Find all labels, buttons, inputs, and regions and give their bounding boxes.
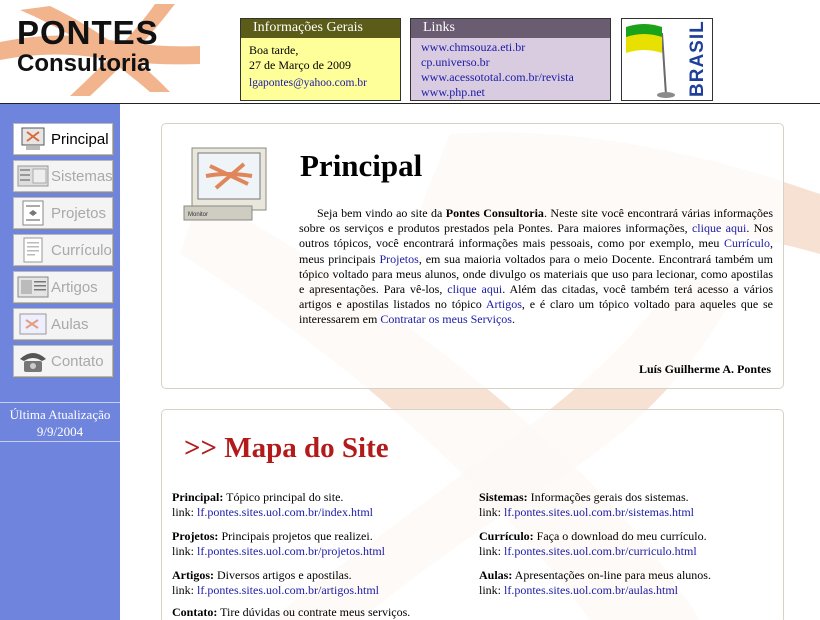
- sitemap-title: >> Mapa do Site: [184, 432, 389, 464]
- welcome-paragraph: Seja bem vindo ao site da Pontes Consult…: [299, 206, 774, 327]
- sitemap-item: Artigos: Diversos artigos e apostilas. l…: [172, 568, 379, 597]
- curriculo-link[interactable]: Currículo: [724, 236, 770, 250]
- monitor-icon: [16, 125, 50, 153]
- nav-sistemas[interactable]: Sistemas: [13, 160, 113, 192]
- info-box: Informações Gerais Boa tarde, 27 de Març…: [240, 18, 401, 101]
- sitemap-item: Currículo: Faça o download do meu curríc…: [479, 529, 707, 558]
- nav-principal[interactable]: Principal: [13, 123, 113, 155]
- last-update-box: Última Atualização 9/9/2004: [0, 402, 120, 442]
- monitor-illustration: Monitor: [182, 146, 272, 231]
- sitemap-item: Contato: Tire dúvidas ou contrate meus s…: [172, 605, 411, 619]
- sitemap-item: Sistemas: Informações gerais dos sistema…: [479, 490, 694, 519]
- nav-label: Aulas: [51, 315, 89, 333]
- monitor-icon: Monitor: [183, 147, 267, 221]
- sitemap-link[interactable]: lf.pontes.sites.uol.com.br/aulas.html: [504, 583, 678, 597]
- sitemap-link[interactable]: lf.pontes.sites.uol.com.br/curriculo.htm…: [504, 544, 697, 558]
- brasil-flag-banner[interactable]: BRASIL: [621, 18, 713, 101]
- external-link[interactable]: www.chmsouza.eti.br: [421, 40, 600, 55]
- greeting-text: Boa tarde,: [249, 43, 299, 57]
- external-link[interactable]: www.php.net: [421, 85, 600, 100]
- servicos-link[interactable]: Contratar os meus Serviços: [380, 312, 512, 326]
- projects-icon: [16, 199, 50, 227]
- info-box-title: Informações Gerais: [241, 19, 400, 38]
- main-panel: Monitor Principal Seja bem vindo ao site…: [161, 123, 784, 389]
- sitemap-item: Projetos: Principais projetos que realiz…: [172, 529, 385, 558]
- aulas-link[interactable]: clique aqui: [447, 282, 502, 296]
- info-link[interactable]: clique aqui: [692, 221, 746, 235]
- sitemap-item: Aulas: Apresentações on-line para meus a…: [479, 568, 711, 597]
- author-signature: Luís Guilherme A. Pontes: [638, 362, 771, 376]
- sitemap-item: Principal: Tópico principal do site. lin…: [172, 490, 373, 519]
- external-link[interactable]: cp.universo.br: [421, 55, 600, 70]
- email-link[interactable]: lgapontes@yahoo.com.br: [249, 76, 392, 91]
- links-box: Links www.chmsouza.eti.br cp.universo.br…: [410, 18, 611, 101]
- logo-subtitle: Consultoria: [17, 50, 151, 77]
- nav-curriculo[interactable]: Currículo: [13, 234, 113, 266]
- nav-projetos[interactable]: Projetos: [13, 197, 113, 229]
- nav-label: Currículo: [51, 241, 112, 259]
- pontes-logo[interactable]: PONTES Consultoria: [0, 0, 200, 100]
- monitor-label: Monitor: [188, 212, 208, 218]
- links-box-title: Links: [411, 19, 610, 38]
- sitemap-link[interactable]: lf.pontes.sites.uol.com.br/sistemas.html: [504, 505, 694, 519]
- systems-icon: [16, 162, 50, 190]
- page-title: Principal: [300, 148, 423, 183]
- projetos-link[interactable]: Projetos: [379, 252, 418, 266]
- resume-icon: [16, 236, 50, 264]
- nav-artigos[interactable]: Artigos: [13, 271, 113, 303]
- nav-aulas[interactable]: Aulas: [13, 308, 113, 340]
- nav-label: Contato: [51, 352, 104, 370]
- flag-text: BRASIL: [687, 20, 708, 97]
- sitemap-link[interactable]: lf.pontes.sites.uol.com.br/projetos.html: [197, 544, 385, 558]
- nav-label: Artigos: [51, 278, 98, 296]
- sitemap-panel: >> Mapa do Site Principal: Tópico princi…: [161, 409, 784, 620]
- sitemap-link[interactable]: lf.pontes.sites.uol.com.br/artigos.html: [197, 583, 379, 597]
- brasil-flag-icon: BRASIL: [626, 20, 708, 98]
- nav-contato[interactable]: Contato: [13, 345, 113, 377]
- last-update-date: 9/9/2004: [36, 424, 84, 439]
- classes-icon: [16, 310, 50, 338]
- nav-label: Sistemas: [51, 167, 113, 185]
- external-link[interactable]: www.acessototal.com.br/revista: [421, 70, 600, 85]
- sidebar-nav: Principal Sistemas Projetos Currículo Ar…: [0, 104, 120, 620]
- artigos-link[interactable]: Artigos: [486, 297, 522, 311]
- nav-label: Principal: [51, 130, 109, 148]
- page-header: PONTES Consultoria Informações Gerais Bo…: [0, 0, 820, 104]
- logo-title: PONTES: [17, 14, 159, 51]
- date-text: 27 de Março de 2009: [249, 58, 351, 72]
- last-update-label: Última Atualização: [9, 407, 111, 422]
- phone-icon: [16, 347, 50, 375]
- company-name: Pontes Consultoria: [445, 206, 544, 220]
- nav-label: Projetos: [51, 204, 107, 222]
- articles-icon: [16, 273, 50, 301]
- sitemap-link[interactable]: lf.pontes.sites.uol.com.br/index.html: [197, 505, 373, 519]
